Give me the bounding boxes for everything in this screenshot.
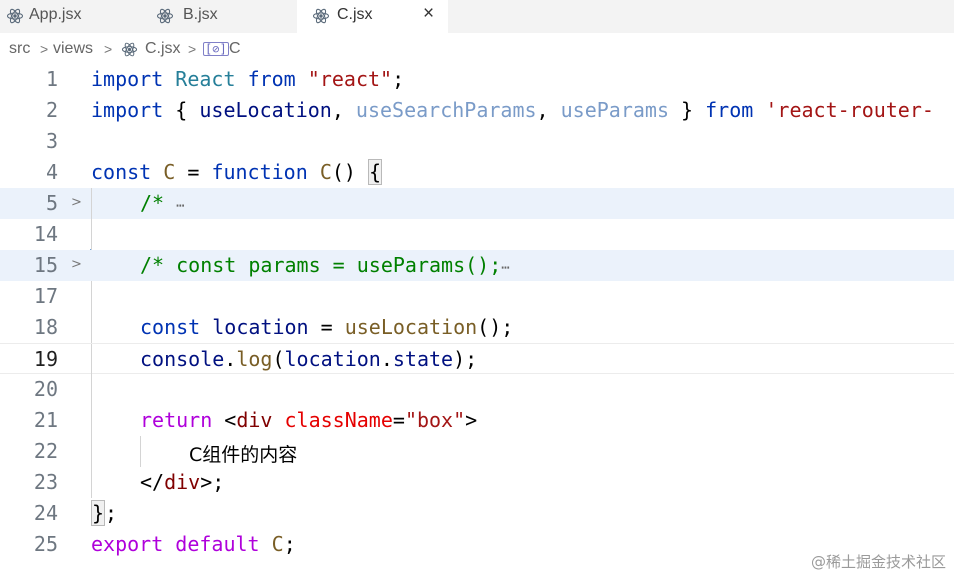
line-number: 18 — [33, 315, 58, 339]
indent-guide — [140, 436, 141, 467]
tab-app-jsx[interactable]: App.jsx — [0, 0, 148, 33]
line-number: 25 — [33, 532, 58, 556]
tab-c-jsx[interactable]: C.jsx × — [297, 0, 448, 33]
react-icon — [312, 7, 330, 25]
folded-ellipsis: ⋯ — [501, 260, 510, 276]
line-number: 4 — [45, 160, 58, 184]
tab-label: B.jsx — [183, 6, 218, 23]
chevron-right-icon: > — [188, 41, 197, 57]
code-text[interactable]: C组件的内容 — [189, 440, 297, 467]
breadcrumb-item-symbol[interactable]: C — [229, 40, 241, 58]
code-line[interactable]: 24 }; — [0, 498, 954, 529]
code-line[interactable]: 3 — [0, 126, 954, 157]
code-line[interactable]: 14 — [0, 219, 954, 250]
watermark: @稀土掘金技术社区 — [810, 553, 946, 571]
line-number: 17 — [33, 284, 58, 308]
folded-ellipsis: ⋯ — [176, 198, 185, 214]
chevron-right-icon: > — [104, 41, 113, 57]
code-editor[interactable]: 1 import React from "react"; 2 import { … — [0, 64, 954, 577]
code-text[interactable]: console.log(location.state); — [140, 347, 477, 371]
line-number: 14 — [33, 222, 58, 246]
breadcrumb-item-views[interactable]: views — [53, 40, 93, 58]
line-number: 21 — [33, 408, 58, 432]
code-line[interactable]: 23 </div>; — [0, 467, 954, 498]
line-number: 3 — [45, 129, 58, 153]
line-number: 19 — [33, 347, 58, 371]
code-text[interactable]: import { useLocation, useSearchParams, u… — [91, 98, 934, 122]
line-number: 24 — [33, 501, 58, 525]
indent-guide — [91, 405, 92, 436]
react-icon — [156, 7, 174, 25]
code-line[interactable]: 1 import React from "react"; — [0, 64, 954, 95]
symbol-method-icon: [⊘] — [203, 42, 229, 56]
indent-guide — [91, 281, 92, 312]
breadcrumb-item-src[interactable]: src — [9, 40, 30, 58]
chevron-right-icon: > — [40, 41, 49, 57]
close-icon[interactable]: × — [423, 3, 434, 25]
line-number: 22 — [33, 439, 58, 463]
tab-b-jsx[interactable]: B.jsx — [148, 0, 297, 33]
indent-guide — [91, 436, 92, 467]
code-text[interactable]: import React from "react"; — [91, 67, 404, 91]
line-number: 15 — [33, 253, 58, 277]
code-line-current[interactable]: 19 console.log(location.state); — [0, 343, 954, 375]
line-number: 2 — [45, 98, 58, 122]
code-line[interactable]: 17 — [0, 281, 954, 312]
chevron-right-icon[interactable]: > — [71, 257, 82, 272]
line-number: 20 — [33, 377, 58, 401]
code-line-folded[interactable]: 15 > /* const params = useParams();⋯ — [0, 250, 954, 281]
tab-label: C.jsx — [337, 6, 373, 23]
code-line-folded[interactable]: 5 > /* ⋯ — [0, 188, 954, 219]
code-line[interactable]: 4 const C = function C() { — [0, 157, 954, 188]
code-text[interactable]: return <div className="box"> — [140, 408, 477, 432]
code-line[interactable]: 2 import { useLocation, useSearchParams,… — [0, 95, 954, 126]
indent-guide — [91, 344, 92, 375]
indent-guide — [91, 312, 92, 343]
code-line[interactable]: 22 C组件的内容 — [0, 436, 954, 467]
react-icon — [121, 41, 138, 58]
line-number: 23 — [33, 470, 58, 494]
breadcrumb: src > views > C.jsx > [⊘] C — [0, 33, 954, 64]
indent-guide — [91, 467, 92, 498]
breadcrumb-item-file[interactable]: C.jsx — [145, 40, 181, 58]
code-text[interactable]: const location = useLocation(); — [140, 315, 513, 339]
code-text[interactable]: /* ⋯ — [140, 191, 185, 215]
code-text[interactable]: </div>; — [140, 470, 224, 494]
code-text[interactable]: const C = function C() { — [91, 159, 383, 185]
chevron-right-icon[interactable]: > — [71, 195, 82, 210]
code-line[interactable]: 21 return <div className="box"> — [0, 405, 954, 436]
code-text[interactable]: export default C; — [91, 532, 296, 556]
indent-guide — [91, 188, 92, 219]
indent-guide — [91, 374, 92, 405]
code-text[interactable]: }; — [91, 500, 117, 526]
react-icon — [6, 7, 24, 25]
line-number: 1 — [45, 67, 58, 91]
indent-guide — [91, 219, 92, 250]
line-number: 5 — [45, 191, 58, 215]
code-line[interactable]: 18 const location = useLocation(); — [0, 312, 954, 343]
tab-bar: App.jsx B.jsx C.jsx × — [0, 0, 954, 33]
code-line[interactable]: 20 — [0, 374, 954, 405]
tab-label: App.jsx — [29, 6, 82, 23]
code-text[interactable]: /* const params = useParams();⋯ — [140, 253, 510, 277]
